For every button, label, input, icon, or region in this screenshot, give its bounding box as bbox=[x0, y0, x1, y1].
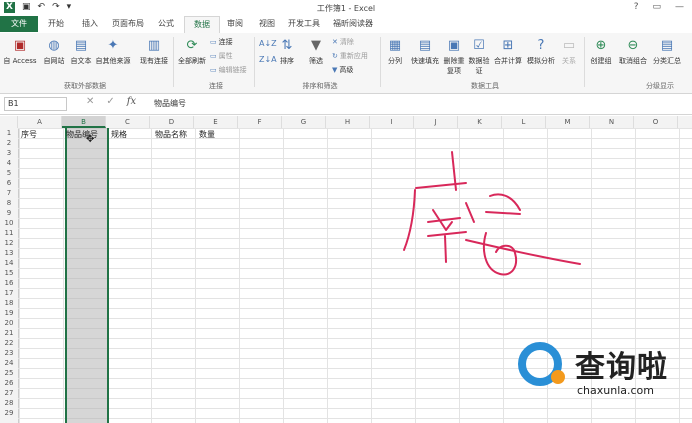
ink-stroke bbox=[403, 189, 416, 251]
ink-stroke bbox=[482, 232, 518, 276]
ink-stroke bbox=[485, 211, 521, 215]
ink-stroke bbox=[427, 217, 461, 223]
watermark: 查询啦 chaxunla.com bbox=[515, 340, 685, 410]
ink-stroke bbox=[444, 235, 447, 263]
watermark-dot-icon bbox=[551, 370, 565, 384]
watermark-brand: 查询啦 bbox=[575, 350, 668, 385]
ink-stroke bbox=[415, 182, 467, 189]
watermark-url: chaxunla.com bbox=[577, 384, 654, 397]
ink-stroke bbox=[465, 239, 581, 265]
ink-stroke bbox=[465, 202, 475, 223]
ink-stroke bbox=[427, 231, 467, 237]
ink-stroke bbox=[489, 193, 521, 211]
